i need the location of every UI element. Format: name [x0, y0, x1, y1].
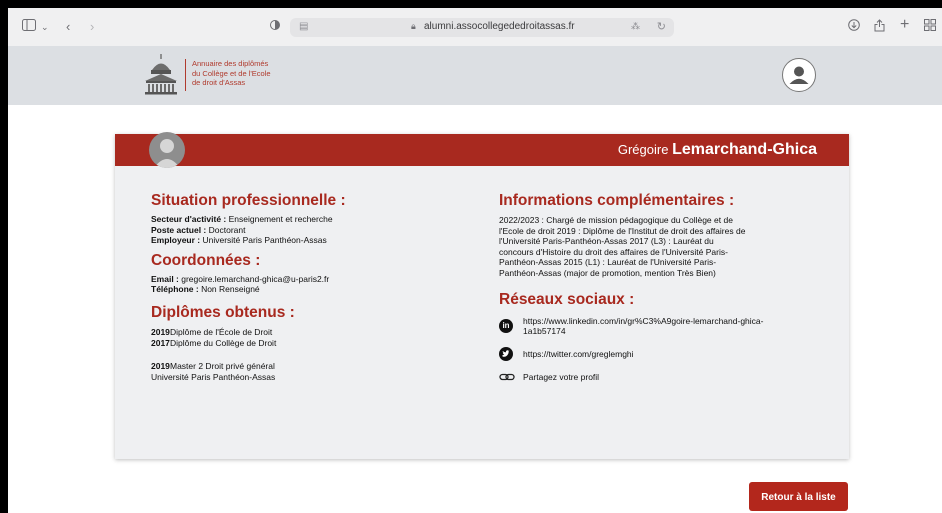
employeur-row: Employeur : Université Paris Panthéon-As… [151, 235, 327, 246]
site-logo-text[interactable]: Annuaire des diplômés du Collège et de l… [192, 59, 271, 88]
back-to-list-button[interactable]: Retour à la liste [749, 482, 848, 511]
user-account-button[interactable] [782, 58, 816, 92]
sidebar-icon[interactable] [22, 19, 36, 35]
section-title-reseaux: Réseaux sociaux : [499, 290, 635, 308]
chevron-down-icon[interactable]: ⌄ [41, 19, 49, 35]
tab-overview-icon[interactable] [924, 19, 936, 35]
email-row: Email : gregoire.lemarchand-ghica@u-pari… [151, 273, 330, 284]
browser-window: ⌄ ‹ › ▤ 🔒︎ alumni.assocollegededroitassa… [8, 8, 942, 513]
back-icon[interactable]: ‹ [66, 19, 70, 35]
infos-text: 2022/2023 : Chargé de mission pédagogiqu… [499, 215, 746, 278]
address-bar[interactable]: ▤ 🔒︎ alumni.assocollegededroitassas.fr ⁂… [290, 18, 674, 37]
new-tab-icon[interactable]: + [900, 17, 909, 33]
lock-icon: 🔒︎ [411, 21, 416, 31]
section-title-diplomes: Diplômes obtenus : [151, 303, 295, 321]
logo-divider [185, 59, 186, 91]
user-silhouette-icon [154, 139, 180, 168]
profile-card: Grégoire Lemarchand-Ghica Situation prof… [115, 132, 849, 459]
twitter-icon [499, 346, 513, 361]
first-name: Grégoire [617, 142, 669, 157]
section-title-infos: Informations complémentaires : [499, 192, 735, 209]
last-name: Lemarchand-Ghica [672, 141, 817, 158]
master-item: 2019Master 2 Droit privé général [151, 361, 275, 372]
browser-toolbar: ⌄ ‹ › ▤ 🔒︎ alumni.assocollegededroitassa… [8, 8, 942, 47]
master-school: Université Paris Panthéon-Assas [151, 371, 276, 382]
download-icon[interactable] [848, 19, 860, 35]
diploma-item: 2019Diplôme de l'École de Droit [151, 326, 273, 337]
linkedin-icon: in [499, 318, 513, 333]
profile-left-column: Situation professionnelle : Secteur d'ac… [151, 192, 346, 382]
reload-icon[interactable]: ↻ [657, 20, 666, 33]
secteur-row: Secteur d'activité : Enseignement et rec… [151, 214, 333, 224]
share-profile-link[interactable]: Partagez votre profil [499, 372, 813, 383]
user-icon [789, 66, 809, 84]
avatar [149, 132, 185, 168]
twitter-link[interactable]: https://twitter.com/greglemghi [499, 346, 813, 361]
section-title-coordonnees: Coordonnées : [151, 251, 261, 269]
poste-row: Poste actuel : Doctorant [151, 224, 246, 235]
linkedin-link[interactable]: in https://www.linkedin.com/in/gr%C3%A9g… [499, 316, 813, 337]
forward-icon[interactable]: › [90, 19, 94, 35]
profile-right-column: Informations complémentaires : 2022/2023… [499, 192, 813, 383]
translate-icon[interactable]: ⁂ [631, 21, 640, 32]
profile-name: Grégoire Lemarchand-Ghica [618, 142, 817, 158]
pantheon-logo-icon[interactable] [142, 53, 180, 95]
link-icon [499, 371, 515, 386]
reader-icon[interactable]: ▤ [299, 21, 308, 32]
share-icon[interactable] [874, 19, 885, 36]
diploma-item: 2017Diplôme du Collège de Droit [151, 337, 277, 348]
telephone-row: Téléphone : Non Renseigné [151, 284, 260, 295]
section-title-situation: Situation professionnelle : [151, 192, 346, 209]
shield-icon[interactable] [270, 19, 280, 35]
url-text: alumni.assocollegededroitassas.fr [424, 21, 575, 32]
profile-card-header: Grégoire Lemarchand-Ghica [115, 132, 849, 168]
site-header: Annuaire des diplômés du Collège et de l… [8, 46, 942, 105]
